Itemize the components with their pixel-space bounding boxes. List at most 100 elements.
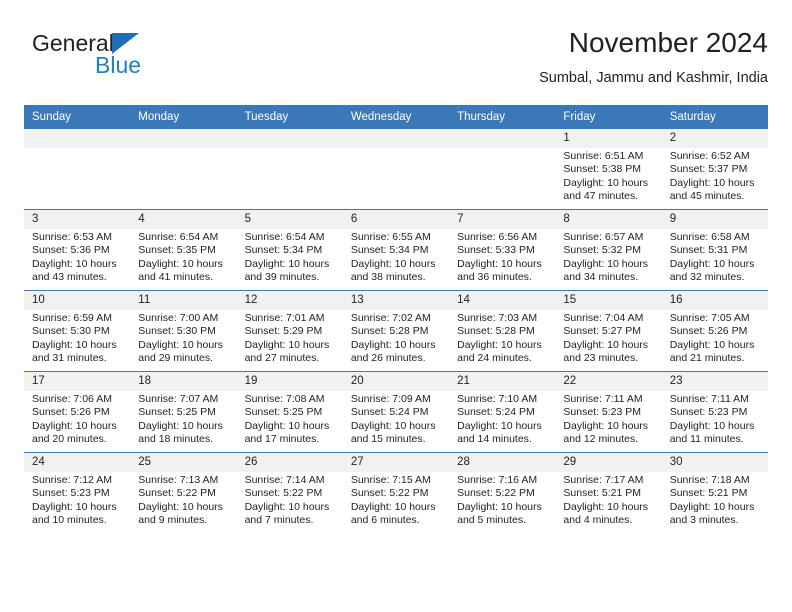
calendar-day-cell[interactable]: 5 Sunrise: 6:54 AM Sunset: 5:34 PM Daylight… [236, 209, 343, 291]
day-number: 22 [555, 372, 662, 391]
day-sun-info: Sunrise: 6:55 AM Sunset: 5:34 PM Daylight:… [343, 229, 449, 284]
day-number: 3 [24, 210, 131, 229]
weekday-header-sunday: Sunday [24, 105, 131, 129]
calendar-body: 1 Sunrise: 6:51 AM Sunset: 5:38 PM Daylight… [24, 129, 768, 533]
calendar-day-cell[interactable]: 10 Sunrise: 6:59 AM Sunset: 5:30 PM Dayligh… [24, 290, 131, 372]
day-sun-info: Sunrise: 6:53 AM Sunset: 5:36 PM Daylight:… [24, 229, 130, 284]
daylight-text: Daylight: 10 hours and 15 minutes. [350, 419, 436, 445]
daylight-text: Daylight: 10 hours and 3 minutes. [669, 500, 755, 526]
calendar-day-cell[interactable]: 18 Sunrise: 7:07 AM Sunset: 5:25 PM Dayligh… [130, 371, 237, 453]
daylight-text: Daylight: 10 hours and 9 minutes. [138, 500, 223, 526]
day-sun-info: Sunrise: 7:10 AM Sunset: 5:24 PM Daylight:… [449, 391, 555, 446]
sunset-text: Sunset: 5:38 PM [563, 163, 642, 176]
calendar-day-cell[interactable]: 3 Sunrise: 6:53 AM Sunset: 5:36 PM Daylight… [24, 209, 131, 291]
day-number: 10 [24, 291, 131, 310]
day-number: 30 [661, 453, 768, 472]
calendar-day-cell[interactable]: 19 Sunrise: 7:08 AM Sunset: 5:25 PM Dayligh… [236, 371, 343, 453]
sunset-text: Sunset: 5:23 PM [669, 406, 748, 419]
calendar-day-cell[interactable]: 17 Sunrise: 7:06 AM Sunset: 5:26 PM Dayligh… [24, 371, 131, 453]
sunrise-text: Sunrise: 6:53 AM [32, 231, 112, 243]
calendar-day-cell[interactable]: 1 Sunrise: 6:51 AM Sunset: 5:38 PM Daylight… [555, 129, 662, 210]
daylight-text: Daylight: 10 hours and 47 minutes. [563, 176, 649, 202]
calendar-day-cell[interactable]: 15 Sunrise: 7:04 AM Sunset: 5:27 PM Dayligh… [555, 290, 662, 372]
sunrise-text: Sunrise: 6:54 AM [244, 231, 325, 243]
calendar-day-cell[interactable]: 21 Sunrise: 7:10 AM Sunset: 5:24 PM Dayligh… [449, 371, 556, 453]
calendar-day-cell[interactable]: 22 Sunrise: 7:11 AM Sunset: 5:23 PM Dayligh… [555, 371, 662, 453]
sunset-text: Sunset: 5:22 PM [244, 487, 323, 500]
daylight-text: Daylight: 10 hours and 29 minutes. [138, 338, 223, 364]
sunset-text: Sunset: 5:24 PM [350, 406, 429, 419]
calendar-day-cell[interactable]: 12 Sunrise: 7:01 AM Sunset: 5:29 PM Dayligh… [236, 290, 343, 372]
calendar-day-cell[interactable]: 2 Sunrise: 6:52 AM Sunset: 5:37 PM Daylight… [661, 129, 768, 210]
sunset-text: Sunset: 5:26 PM [669, 325, 748, 338]
day-sun-info: Sunrise: 6:54 AM Sunset: 5:34 PM Daylight:… [237, 229, 343, 284]
day-number: 20 [342, 372, 450, 391]
calendar-day-cell[interactable]: 27 Sunrise: 7:15 AM Sunset: 5:22 PM Dayligh… [342, 452, 450, 533]
daylight-text: Daylight: 10 hours and 18 minutes. [138, 419, 223, 445]
calendar-day-cell-empty [449, 129, 556, 210]
calendar-day-cell[interactable]: 13 Sunrise: 7:02 AM Sunset: 5:28 PM Dayligh… [342, 290, 450, 372]
calendar-day-cell[interactable]: 25 Sunrise: 7:13 AM Sunset: 5:22 PM Dayligh… [130, 452, 237, 533]
day-sun-info: Sunrise: 7:08 AM Sunset: 5:25 PM Daylight:… [237, 391, 343, 446]
day-number [236, 129, 343, 148]
day-number: 25 [130, 453, 237, 472]
calendar-day-cell[interactable]: 30 Sunrise: 7:18 AM Sunset: 5:21 PM Dayligh… [661, 452, 768, 533]
sunset-text: Sunset: 5:25 PM [138, 406, 216, 419]
day-number: 9 [661, 210, 768, 229]
day-sun-info: Sunrise: 7:04 AM Sunset: 5:27 PM Daylight:… [555, 310, 661, 365]
calendar-day-cell[interactable]: 28 Sunrise: 7:16 AM Sunset: 5:22 PM Dayligh… [449, 452, 556, 533]
day-sun-info: Sunrise: 7:05 AM Sunset: 5:26 PM Daylight:… [662, 310, 768, 365]
day-sun-info: Sunrise: 7:15 AM Sunset: 5:22 PM Daylight:… [343, 472, 449, 527]
sunset-text: Sunset: 5:33 PM [457, 244, 535, 257]
daylight-text: Daylight: 10 hours and 36 minutes. [457, 257, 542, 283]
logo-general-blue[interactable]: General Blue [32, 30, 252, 86]
day-sun-info: Sunrise: 6:52 AM Sunset: 5:37 PM Daylight:… [662, 148, 768, 203]
day-number: 24 [24, 453, 131, 472]
weekday-header-thursday: Thursday [449, 105, 556, 129]
sunset-text: Sunset: 5:29 PM [244, 325, 323, 338]
daylight-text: Daylight: 10 hours and 21 minutes. [669, 338, 755, 364]
sunset-text: Sunset: 5:30 PM [138, 325, 216, 338]
sunrise-text: Sunrise: 6:59 AM [32, 312, 112, 324]
day-number: 17 [24, 372, 131, 391]
day-number: 23 [661, 372, 768, 391]
calendar-day-cell[interactable]: 14 Sunrise: 7:03 AM Sunset: 5:28 PM Dayligh… [449, 290, 556, 372]
calendar-week-row: 17 Sunrise: 7:06 AM Sunset: 5:26 PM Dayligh… [24, 371, 768, 453]
logo-text-blue: Blue [95, 52, 142, 78]
calendar-day-cell[interactable]: 4 Sunrise: 6:54 AM Sunset: 5:35 PM Daylight… [130, 209, 237, 291]
calendar-day-cell[interactable]: 29 Sunrise: 7:17 AM Sunset: 5:21 PM Dayligh… [555, 452, 662, 533]
calendar-week-row: 1 Sunrise: 6:51 AM Sunset: 5:38 PM Daylight… [24, 129, 768, 210]
daylight-text: Daylight: 10 hours and 39 minutes. [244, 257, 330, 283]
calendar-day-cell[interactable]: 7 Sunrise: 6:56 AM Sunset: 5:33 PM Daylight… [449, 209, 556, 291]
sunset-text: Sunset: 5:23 PM [563, 406, 642, 419]
calendar-day-cell[interactable]: 26 Sunrise: 7:14 AM Sunset: 5:22 PM Dayligh… [236, 452, 343, 533]
sunrise-text: Sunrise: 7:11 AM [669, 393, 749, 405]
day-number: 27 [342, 453, 450, 472]
sunrise-text: Sunrise: 7:01 AM [244, 312, 325, 324]
sunrise-text: Sunrise: 6:56 AM [457, 231, 538, 243]
calendar-day-cell[interactable]: 11 Sunrise: 7:00 AM Sunset: 5:30 PM Dayligh… [130, 290, 237, 372]
day-number: 6 [342, 210, 450, 229]
day-number: 15 [555, 291, 662, 310]
sunset-text: Sunset: 5:27 PM [563, 325, 642, 338]
calendar-day-cell[interactable]: 6 Sunrise: 6:55 AM Sunset: 5:34 PM Daylight… [342, 209, 450, 291]
daylight-text: Daylight: 10 hours and 38 minutes. [350, 257, 436, 283]
daylight-text: Daylight: 10 hours and 43 minutes. [32, 257, 117, 283]
day-number: 4 [130, 210, 237, 229]
sunrise-text: Sunrise: 7:13 AM [138, 474, 219, 486]
sunrise-text: Sunrise: 7:07 AM [138, 393, 219, 405]
calendar-day-cell[interactable]: 16 Sunrise: 7:05 AM Sunset: 5:26 PM Dayligh… [661, 290, 768, 372]
sunrise-text: Sunrise: 7:02 AM [350, 312, 431, 324]
sunset-text: Sunset: 5:36 PM [32, 244, 110, 257]
calendar-day-cell[interactable]: 20 Sunrise: 7:09 AM Sunset: 5:24 PM Dayligh… [342, 371, 450, 453]
page-subtitle: Sumbal, Jammu and Kashmir, India [539, 70, 768, 86]
calendar-day-cell[interactable]: 8 Sunrise: 6:57 AM Sunset: 5:32 PM Daylight… [555, 209, 662, 291]
calendar-day-cell[interactable]: 23 Sunrise: 7:11 AM Sunset: 5:23 PM Dayligh… [661, 371, 768, 453]
calendar-day-cell[interactable]: 9 Sunrise: 6:58 AM Sunset: 5:31 PM Daylight… [661, 209, 768, 291]
day-number [342, 129, 450, 148]
sunset-text: Sunset: 5:26 PM [32, 406, 110, 419]
day-sun-info: Sunrise: 7:02 AM Sunset: 5:28 PM Daylight:… [343, 310, 449, 365]
calendar-day-cell[interactable]: 24 Sunrise: 7:12 AM Sunset: 5:23 PM Dayligh… [24, 452, 131, 533]
daylight-text: Daylight: 10 hours and 6 minutes. [350, 500, 436, 526]
sunrise-text: Sunrise: 7:10 AM [457, 393, 538, 405]
